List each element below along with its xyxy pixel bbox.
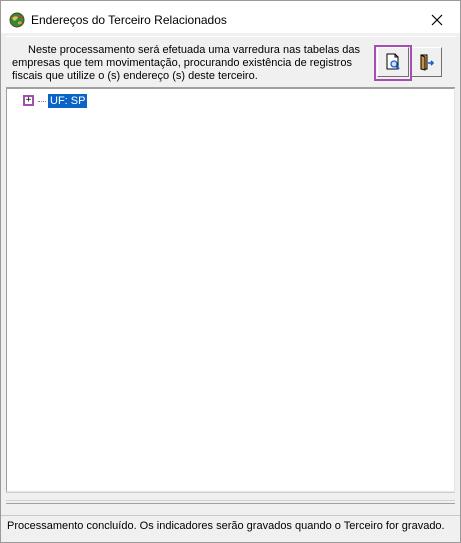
window-title: Endereços do Terceiro Relacionados (31, 13, 227, 27)
info-message: Neste processamento será efetuada uma va… (12, 44, 367, 83)
address-tree[interactable]: + UF: SP (6, 88, 455, 492)
status-text: Processamento concluído. Os indicadores … (7, 520, 445, 532)
preview-button[interactable] (377, 47, 409, 77)
close-icon (431, 14, 443, 26)
exit-button[interactable] (410, 47, 442, 77)
globe-icon (9, 12, 25, 28)
toolbar-panel: Neste processamento será efetuada uma va… (6, 36, 455, 88)
close-button[interactable] (414, 7, 460, 33)
info-line-1: Neste processamento será efetuada uma va… (28, 44, 361, 56)
tree-connector (38, 101, 46, 102)
tree-node-label[interactable]: UF: SP (48, 94, 88, 108)
exit-door-icon (420, 54, 435, 71)
info-line-2: empresas que tem movimentação, procurand… (12, 57, 352, 69)
title-bar[interactable]: Endereços do Terceiro Relacionados (1, 1, 460, 33)
dialog-window: Endereços do Terceiro Relacionados Neste… (0, 0, 461, 543)
horizontal-scrollbar[interactable] (6, 492, 455, 501)
expand-icon[interactable]: + (23, 95, 34, 106)
document-search-icon (386, 53, 400, 70)
info-line-3: fiscais que utilize o (s) endereço (s) d… (12, 70, 258, 82)
status-bar: Processamento concluído. Os indicadores … (1, 515, 460, 542)
bottom-panel (6, 503, 455, 513)
